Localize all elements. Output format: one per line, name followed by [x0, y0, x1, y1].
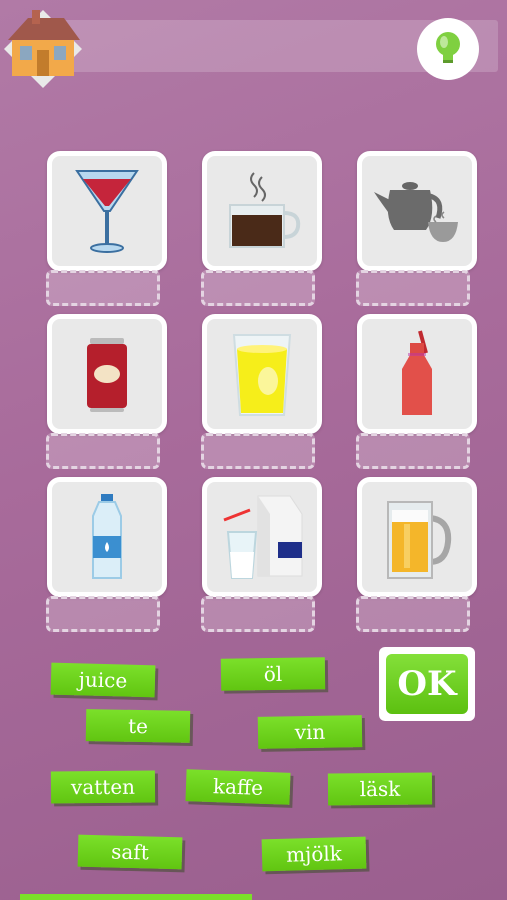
card-beer[interactable] [357, 477, 477, 597]
water-bottle-icon [92, 494, 122, 579]
word-tile-vin[interactable]: vin [257, 715, 363, 749]
answer-slot-3[interactable] [356, 270, 470, 306]
answer-slot-5[interactable] [201, 433, 315, 469]
answer-slot-9[interactable] [356, 596, 470, 632]
answer-slot-2[interactable] [201, 270, 315, 306]
word-tile-kaffe[interactable]: kaffe [185, 769, 291, 805]
milk-carton-icon [223, 495, 303, 579]
coffee-cup-icon [229, 172, 301, 248]
ok-button[interactable]: OK [379, 647, 475, 721]
answer-slot-8[interactable] [201, 596, 315, 632]
answer-slot-1[interactable] [46, 270, 160, 306]
word-tile-vatten[interactable]: vatten [50, 770, 156, 804]
answer-slot-6[interactable] [356, 433, 470, 469]
home-button[interactable] [2, 8, 84, 90]
card-tea[interactable] [357, 151, 477, 271]
ok-button-label: OK [386, 654, 468, 714]
answer-slot-7[interactable] [46, 596, 160, 632]
card-juice[interactable] [202, 314, 322, 434]
beer-mug-icon [387, 501, 452, 579]
juice-glass-icon [232, 334, 292, 416]
word-tile-te[interactable]: te [85, 709, 191, 743]
word-tile-saft[interactable]: saft [77, 834, 183, 870]
word-tile-mjolk[interactable]: mjölk [261, 836, 367, 872]
card-coffee[interactable] [202, 151, 322, 271]
card-wine[interactable] [47, 151, 167, 271]
lightbulb-icon [436, 32, 460, 63]
teapot-icon [374, 182, 458, 242]
soda-can-icon [87, 338, 127, 412]
soda-bottle-icon [402, 330, 432, 415]
word-tile-lask[interactable]: läsk [327, 772, 433, 806]
card-soda-can[interactable] [47, 314, 167, 434]
card-water[interactable] [47, 477, 167, 597]
card-soda-bottle[interactable] [357, 314, 477, 434]
hint-button[interactable] [417, 18, 479, 80]
house-icon [4, 10, 82, 88]
card-milk[interactable] [202, 477, 322, 597]
word-tile-partial[interactable] [20, 894, 252, 900]
word-tile-ol[interactable]: öl [220, 657, 326, 691]
wine-glass-icon [75, 170, 139, 253]
answer-slot-4[interactable] [46, 433, 160, 469]
word-tile-juice[interactable]: juice [50, 662, 156, 698]
